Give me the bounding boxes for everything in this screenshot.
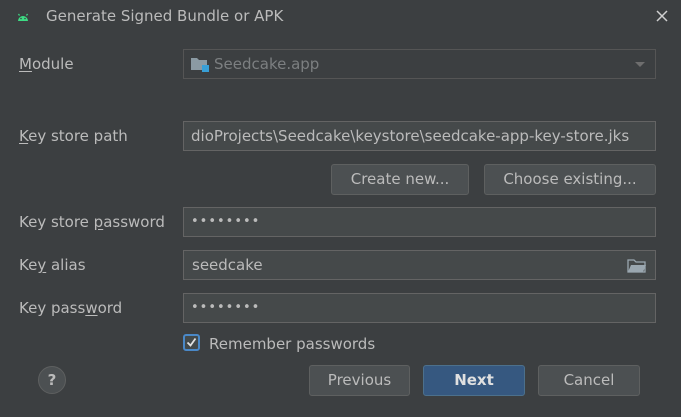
module-value: Seedcake.app — [214, 55, 320, 73]
key-store-path-field[interactable]: dioProjects\Seedcake\keystore\seedcake-a… — [183, 121, 656, 151]
key-store-path-label: Key store path — [19, 127, 128, 145]
key-store-path-value: dioProjects\Seedcake\keystore\seedcake-a… — [191, 127, 630, 145]
previous-button[interactable]: Previous — [309, 365, 410, 396]
create-new-button[interactable]: Create new... — [331, 164, 469, 195]
folder-icon[interactable] — [627, 258, 647, 273]
key-password-label: Key password — [19, 299, 123, 317]
key-store-password-value: •••••••• — [191, 214, 261, 229]
help-button[interactable]: ? — [38, 366, 66, 394]
key-alias-label: Key alias — [19, 256, 86, 274]
choose-existing-button[interactable]: Choose existing... — [484, 164, 656, 195]
key-store-password-field[interactable]: •••••••• — [183, 207, 656, 237]
checkmark-icon — [186, 337, 197, 347]
key-alias-value: seedcake — [192, 256, 263, 274]
android-icon — [18, 13, 28, 21]
close-icon[interactable] — [652, 6, 672, 26]
window-title: Generate Signed Bundle or APK — [46, 7, 284, 25]
module-folder-icon — [191, 58, 209, 72]
next-button[interactable]: Next — [423, 365, 525, 396]
key-alias-field[interactable]: seedcake — [183, 250, 656, 280]
key-store-password-label: Key store password — [19, 213, 165, 231]
chevron-down-icon — [635, 62, 645, 67]
title-bar: Generate Signed Bundle or APK — [0, 0, 681, 34]
key-password-field[interactable]: •••••••• — [183, 293, 656, 323]
remember-passwords-checkbox[interactable] — [183, 334, 200, 351]
module-select[interactable]: Seedcake.app — [183, 49, 656, 79]
module-label: Module — [19, 55, 74, 73]
remember-passwords-label[interactable]: Remember passwords — [209, 334, 375, 354]
key-password-value: •••••••• — [191, 300, 261, 315]
cancel-button[interactable]: Cancel — [538, 365, 640, 396]
